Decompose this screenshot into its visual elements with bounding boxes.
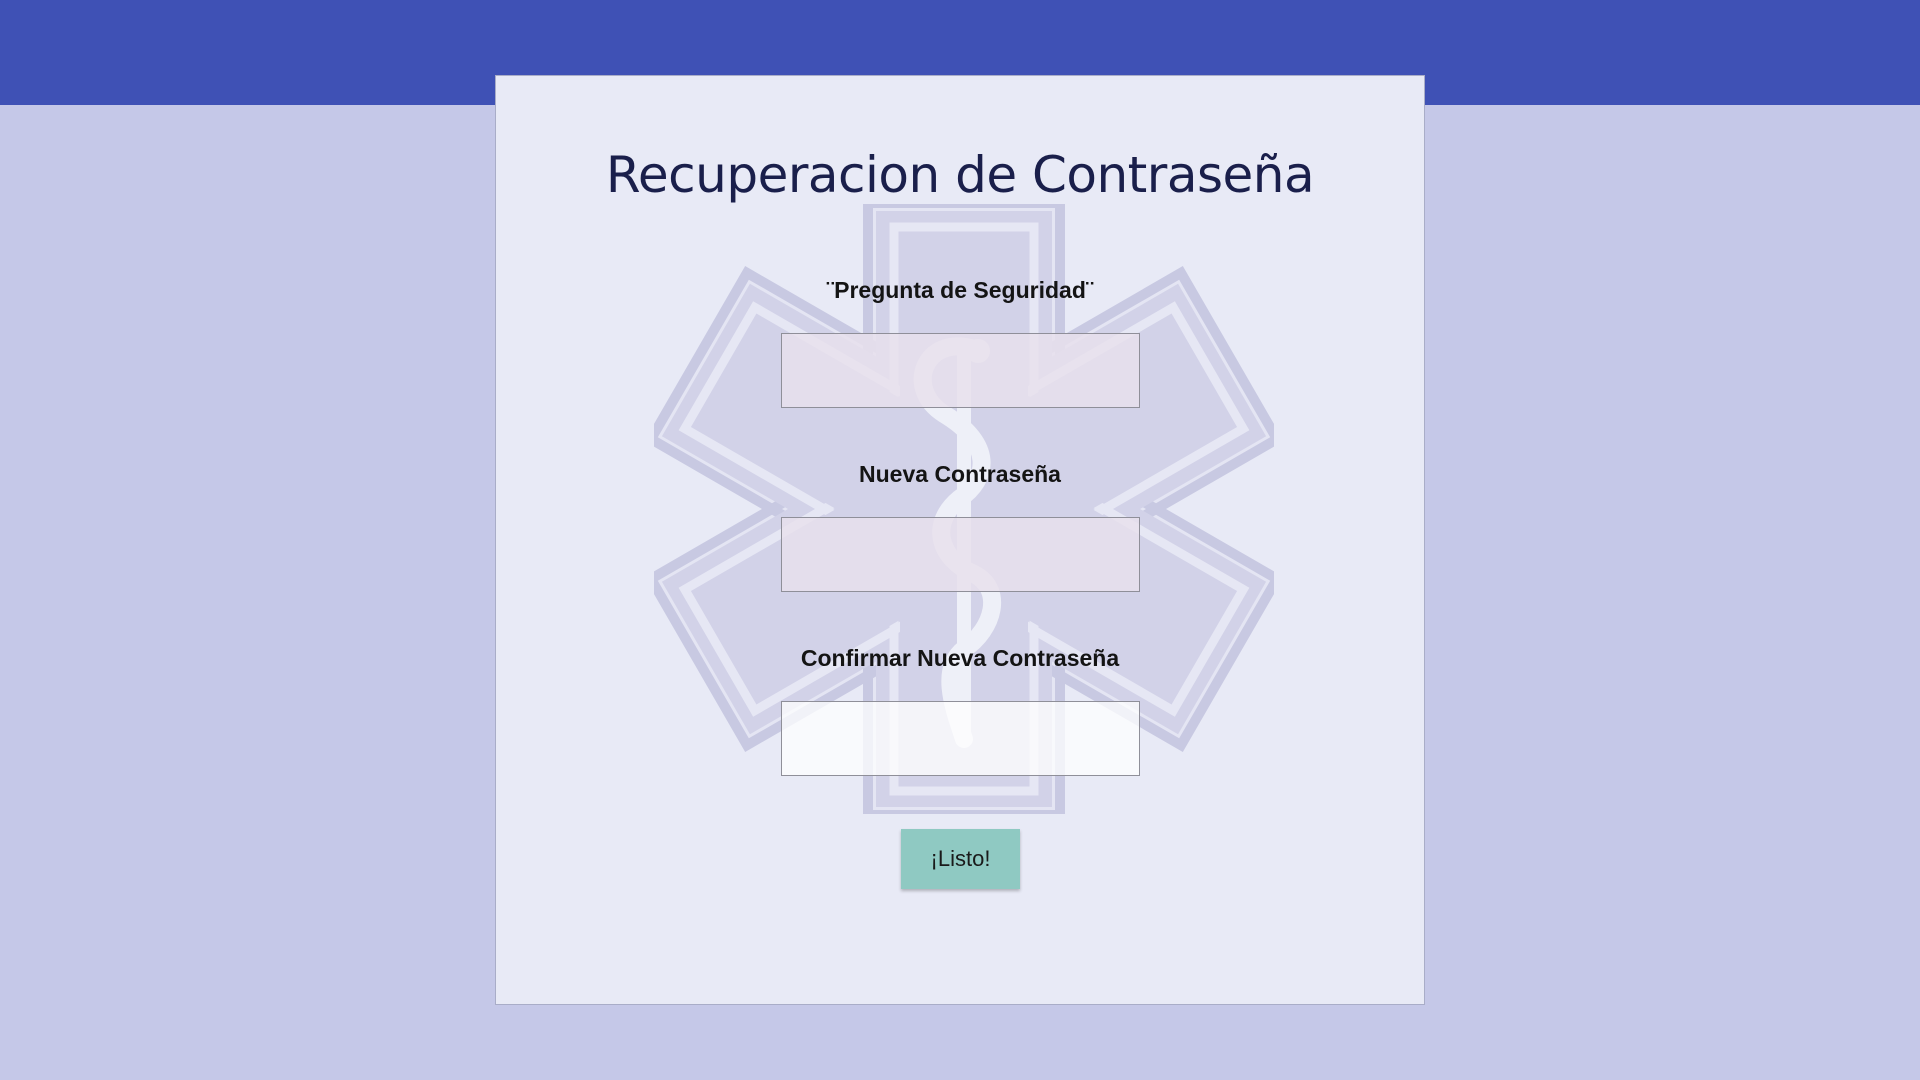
security-question-label: ¨Pregunta de Seguridad¨ [826, 277, 1094, 303]
submit-button[interactable]: ¡Listo! [901, 829, 1020, 889]
new-password-label: Nueva Contraseña [859, 461, 1061, 487]
new-password-input[interactable] [781, 517, 1140, 592]
security-question-input[interactable] [781, 333, 1140, 408]
page-title: Recuperacion de Contraseña [605, 146, 1315, 204]
confirm-password-label: Confirmar Nueva Contraseña [800, 645, 1120, 671]
password-recovery-card: Recuperacion de Contraseña ¨Pregunta de … [495, 75, 1425, 1005]
confirm-password-input[interactable] [781, 701, 1140, 776]
